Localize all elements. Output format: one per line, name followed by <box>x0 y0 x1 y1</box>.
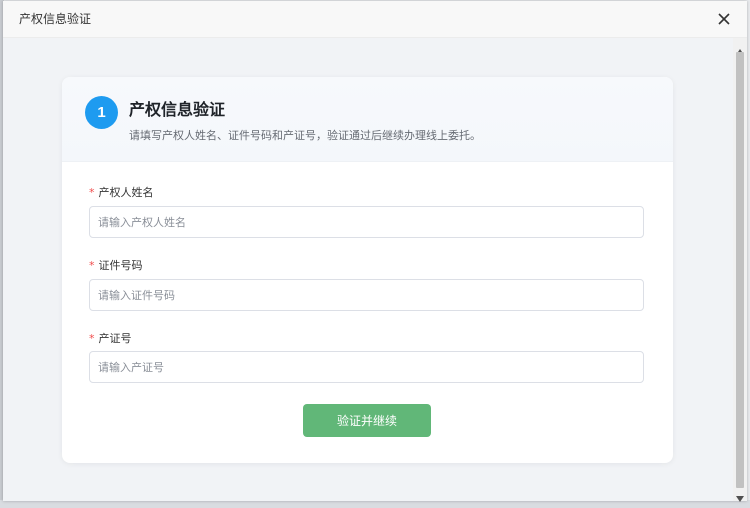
vertical-scrollbar[interactable] <box>733 38 747 502</box>
dialog-title: 产权信息验证 <box>19 12 92 26</box>
owner-name-label-text: 产权人姓名 <box>98 186 154 199</box>
background-app-strip <box>0 500 750 508</box>
verify-continue-button[interactable]: 验证并继续 <box>303 404 431 437</box>
step-number-badge: 1 <box>85 96 118 129</box>
id-number-label: * 证件号码 <box>89 257 143 273</box>
close-icon[interactable] <box>715 10 733 28</box>
required-mark: * <box>89 332 95 345</box>
required-mark: * <box>89 186 95 199</box>
card-title: 产权信息验证 <box>129 100 226 119</box>
card-subtitle: 请填写产权人姓名、证件号码和产证号，验证通过后继续办理线上委托。 <box>129 129 481 142</box>
certificate-number-label: * 产证号 <box>89 330 132 346</box>
triangle-down-icon[interactable] <box>735 489 745 502</box>
id-number-input[interactable] <box>89 279 644 311</box>
certificate-number-label-text: 产证号 <box>98 332 132 345</box>
dialog-body: 1 产权信息验证 请填写产权人姓名、证件号码和产证号，验证通过后继续办理线上委托… <box>3 38 733 501</box>
required-mark: * <box>89 259 95 272</box>
verification-dialog: 产权信息验证 1 产权信息验证 请填写产权人姓名、证件号码和产证号，验证通过后继… <box>3 1 747 502</box>
triangle-up-icon[interactable] <box>735 42 745 55</box>
certificate-number-input[interactable] <box>89 351 644 383</box>
id-number-label-text: 证件号码 <box>98 259 143 272</box>
owner-name-label: * 产权人姓名 <box>89 184 154 200</box>
card-header: 1 产权信息验证 请填写产权人姓名、证件号码和产证号，验证通过后继续办理线上委托… <box>62 77 673 162</box>
scrollbar-thumb[interactable] <box>736 52 744 488</box>
verification-card: 1 产权信息验证 请填写产权人姓名、证件号码和产证号，验证通过后继续办理线上委托… <box>62 77 673 463</box>
owner-name-input[interactable] <box>89 206 644 238</box>
dialog-header: 产权信息验证 <box>3 1 747 38</box>
